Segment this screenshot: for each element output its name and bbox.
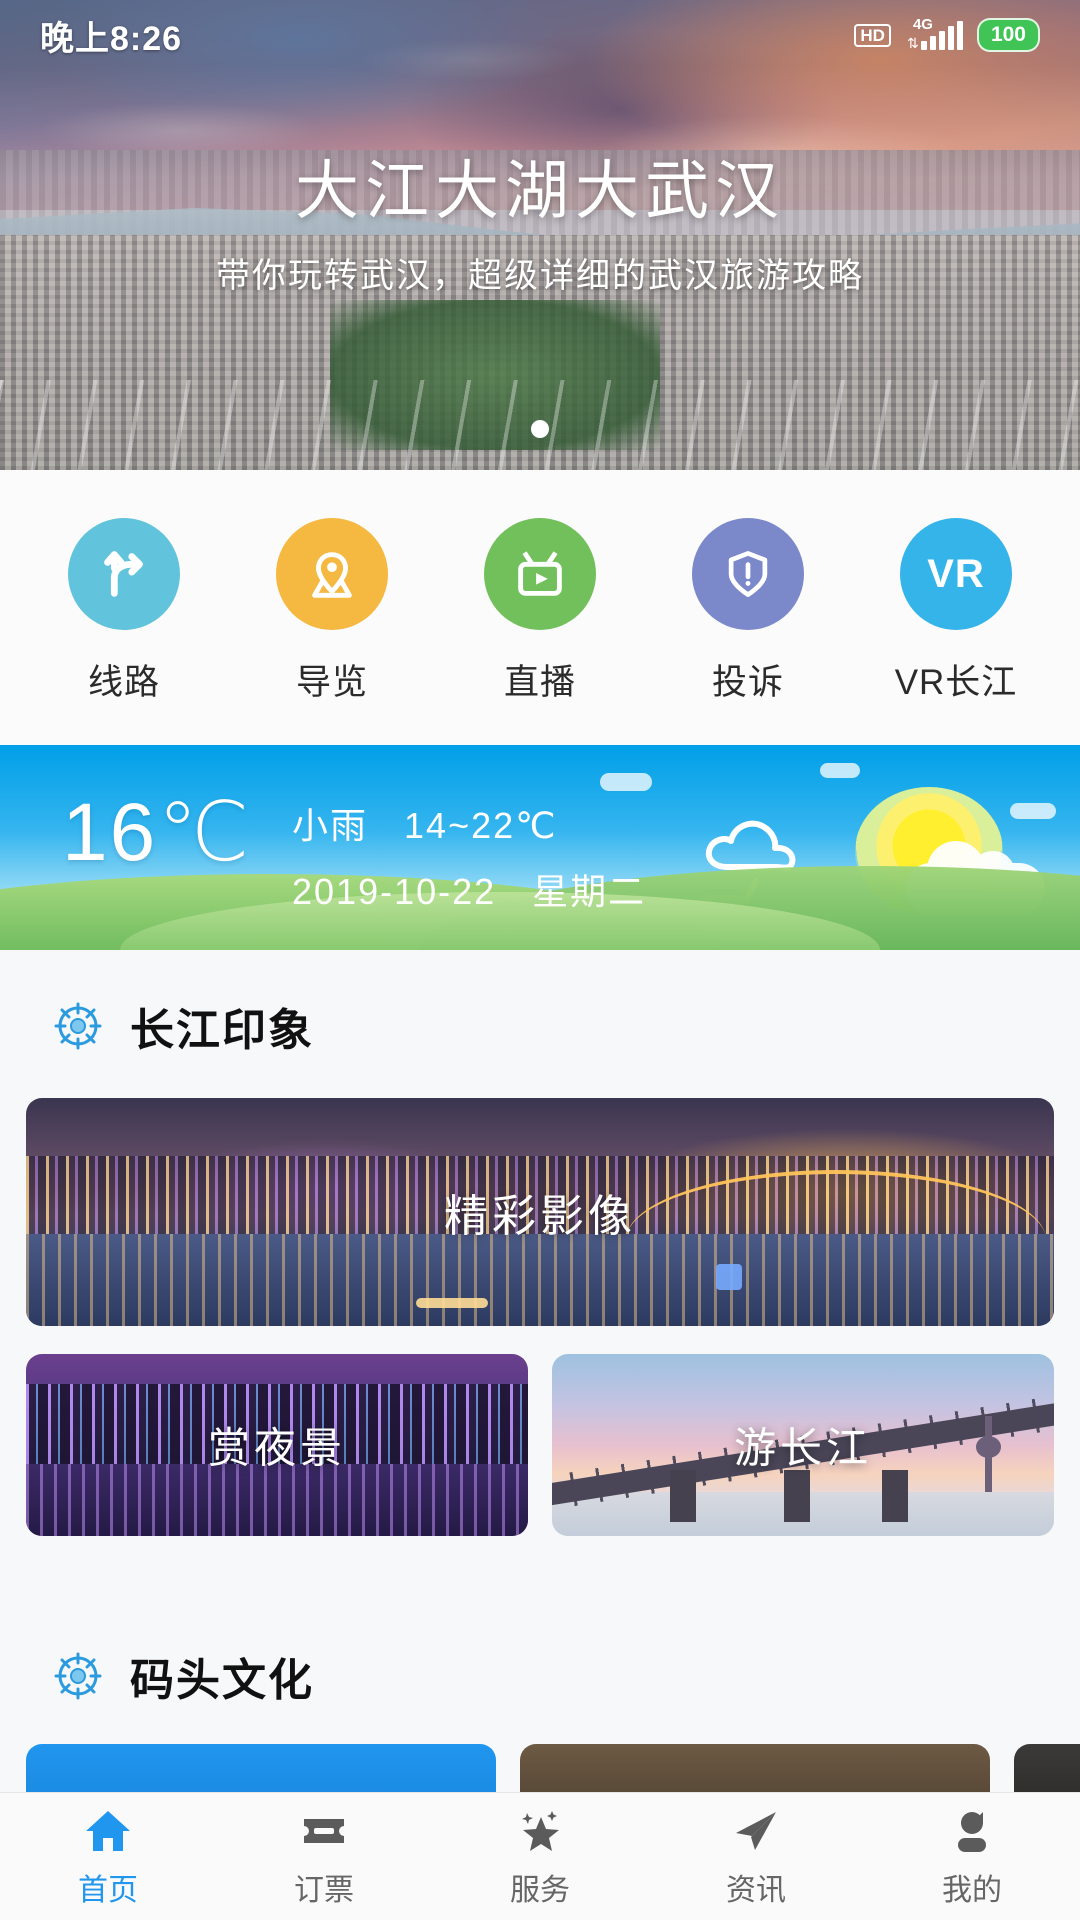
status-bar: 晚上8:26 HD 4G ⇅ 100 bbox=[0, 0, 1080, 70]
quick-action-live[interactable]: 直播 bbox=[445, 518, 635, 705]
status-time: 晚上8:26 bbox=[40, 19, 183, 58]
data-arrows-icon: ⇅ bbox=[906, 35, 919, 51]
hd-icon: HD bbox=[854, 23, 891, 47]
tab-label: 服务 bbox=[510, 1873, 570, 1907]
tab-label: 资讯 bbox=[726, 1873, 786, 1907]
star-icon bbox=[514, 1805, 566, 1857]
section-impression: 长江印象 精彩影像 赏夜景 游长江 bbox=[0, 950, 1080, 1536]
carousel-dot[interactable] bbox=[531, 420, 549, 438]
tab-label: 首页 bbox=[78, 1873, 138, 1907]
quick-action-guide[interactable]: 导览 bbox=[237, 518, 427, 705]
weather-condition: 小雨 bbox=[292, 805, 369, 846]
tab-service[interactable]: 服务 bbox=[440, 1805, 640, 1909]
ship-helm-icon bbox=[52, 1000, 104, 1052]
hero-overlay bbox=[0, 0, 1080, 470]
section-header: 长江印象 bbox=[0, 950, 1080, 1058]
status-indicators: HD 4G ⇅ 100 bbox=[854, 16, 1040, 52]
quick-action-label: 导览 bbox=[295, 663, 368, 702]
route-icon bbox=[68, 518, 180, 630]
carousel-dots[interactable] bbox=[0, 420, 1080, 438]
quick-action-label: 直播 bbox=[503, 663, 576, 702]
weather-temperature: 16℃ bbox=[62, 787, 252, 878]
quick-action-vr[interactable]: VR VR长江 bbox=[861, 518, 1051, 705]
shield-alert-icon bbox=[692, 518, 804, 630]
app-screen: 大江大湖大武汉 带你玩转武汉，超级详细的武汉旅游攻略 晚上8:26 HD 4G … bbox=[0, 0, 1080, 1920]
cloud-decor-icon bbox=[820, 763, 860, 778]
quick-action-label: 投诉 bbox=[711, 663, 784, 702]
ship-helm-icon bbox=[52, 1650, 104, 1702]
weather-condition-line: 小雨 14~22℃ bbox=[292, 797, 646, 849]
quick-action-route[interactable]: 线路 bbox=[29, 518, 219, 705]
vr-icon: VR bbox=[900, 518, 1012, 630]
weather-range: 14~22℃ bbox=[404, 805, 558, 846]
card-pair: 赏夜景 游长江 bbox=[26, 1354, 1054, 1536]
tab-ticket[interactable]: 订票 bbox=[224, 1805, 424, 1909]
network-type-label: 4G bbox=[912, 16, 933, 33]
tab-home[interactable]: 首页 bbox=[8, 1805, 208, 1909]
card-label: 精彩影像 bbox=[444, 1192, 636, 1241]
tab-news[interactable]: 资讯 bbox=[656, 1805, 856, 1909]
hero-subtitle: 带你玩转武汉，超级详细的武汉旅游攻略 bbox=[216, 257, 864, 295]
cloud-decor-icon bbox=[600, 773, 652, 791]
bottom-tab-bar: 首页 订票 服务 资讯 我的 bbox=[0, 1792, 1080, 1920]
cloud-decor-icon bbox=[1010, 803, 1056, 819]
quick-action-bar: 线路 导览 直播 投诉 VR VR长江 bbox=[0, 470, 1080, 745]
section-title: 码头文化 bbox=[130, 1656, 314, 1705]
weather-weekday: 星期二 bbox=[532, 871, 647, 912]
weather-date: 2019-10-22 bbox=[292, 871, 497, 912]
feature-card-highlight-video[interactable]: 精彩影像 bbox=[26, 1098, 1054, 1326]
hero-title: 大江大湖大武汉 bbox=[295, 155, 785, 227]
card-label: 赏夜景 bbox=[207, 1424, 346, 1472]
section-title: 长江印象 bbox=[130, 1006, 314, 1055]
tv-live-icon bbox=[484, 518, 596, 630]
card-label: 游长江 bbox=[733, 1424, 872, 1472]
tab-label: 我的 bbox=[942, 1873, 1002, 1907]
card-yangtze-tour[interactable]: 游长江 bbox=[552, 1354, 1054, 1536]
signal-icon: 4G ⇅ bbox=[905, 16, 963, 51]
tab-profile[interactable]: 我的 bbox=[872, 1805, 1072, 1909]
map-pin-icon bbox=[276, 518, 388, 630]
weather-banner[interactable]: 16℃ 小雨 14~22℃ 2019-10-22 星期二 bbox=[0, 745, 1080, 950]
tab-label: 订票 bbox=[294, 1873, 354, 1907]
ticket-icon bbox=[298, 1805, 350, 1857]
home-icon bbox=[82, 1805, 134, 1857]
paper-plane-icon bbox=[730, 1805, 782, 1857]
hero-carousel[interactable]: 大江大湖大武汉 带你玩转武汉，超级详细的武汉旅游攻略 bbox=[0, 0, 1080, 470]
card-night-view[interactable]: 赏夜景 bbox=[26, 1354, 528, 1536]
person-icon bbox=[946, 1805, 998, 1857]
quick-action-complaint[interactable]: 投诉 bbox=[653, 518, 843, 705]
vr-badge-label: VR bbox=[927, 551, 985, 596]
quick-action-label: 线路 bbox=[87, 663, 160, 702]
battery-icon: 100 bbox=[976, 18, 1040, 52]
weather-date-line: 2019-10-22 星期二 bbox=[292, 863, 646, 915]
section-header: 码头文化 bbox=[0, 1600, 1080, 1708]
quick-action-label: VR长江 bbox=[894, 663, 1018, 702]
